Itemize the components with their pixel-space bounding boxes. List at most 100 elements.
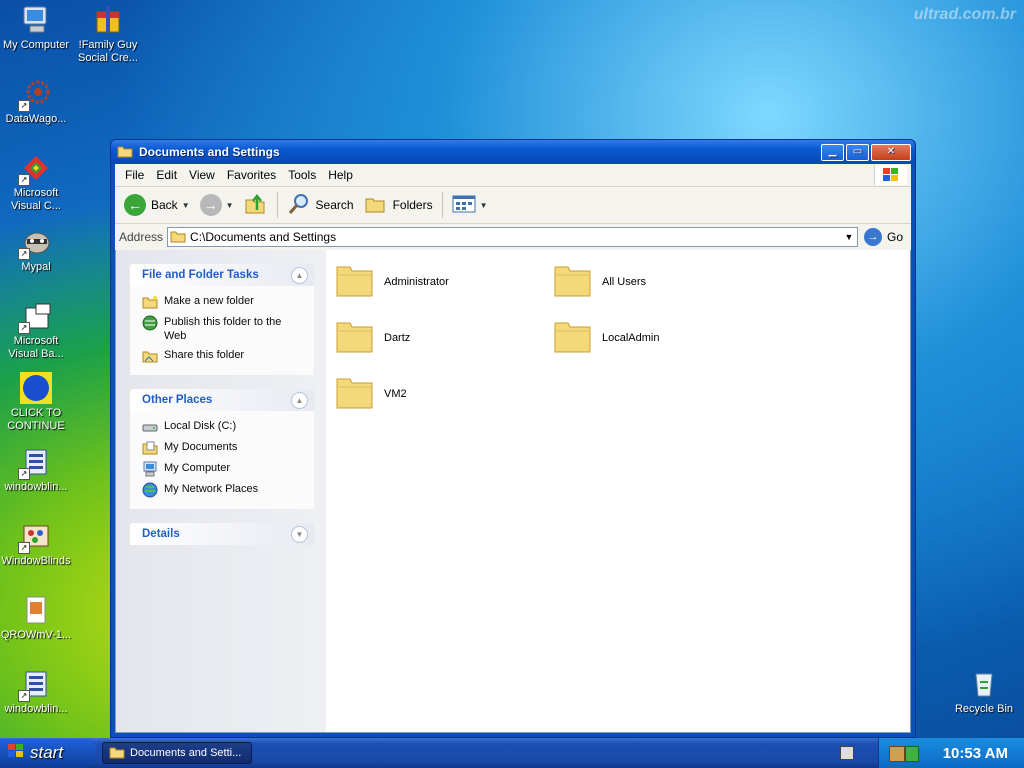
task-publish-folder[interactable]: Publish this folder to the Web <box>142 315 306 343</box>
window-title: Documents and Settings <box>139 145 280 159</box>
gear-icon: ↗ <box>18 78 52 112</box>
title-bar[interactable]: Documents and Settings ▁ ▭ ✕ <box>111 140 915 164</box>
folder-item-administrator[interactable]: Administrator <box>336 262 449 301</box>
my-documents-icon <box>142 440 158 456</box>
folders-icon <box>364 193 388 218</box>
chevron-down-icon[interactable]: ▼ <box>226 201 234 210</box>
search-icon <box>287 192 311 219</box>
file-folder-tasks-header[interactable]: File and Folder Tasks ▲ <box>130 264 314 286</box>
tray-shield-icon[interactable] <box>905 746 919 762</box>
views-button[interactable]: ▼ <box>447 190 493 220</box>
installer-box-icon <box>92 4 124 36</box>
shortcut-arrow-icon: ↗ <box>18 690 30 702</box>
explorer-window: Documents and Settings ▁ ▭ ✕ File Edit V… <box>110 139 916 738</box>
up-folder-icon <box>244 192 268 219</box>
other-places-header[interactable]: Other Places ▲ <box>130 389 314 411</box>
shortcut-arrow-icon: ↗ <box>18 322 30 334</box>
views-grid-icon <box>452 194 476 217</box>
details-header[interactable]: Details ▼ <box>130 523 314 545</box>
tray-app-icon[interactable] <box>889 746 905 762</box>
window-client: File Edit View Favorites Tools Help ← Ba… <box>115 164 911 733</box>
explorer-content: File and Folder Tasks ▲ Make a new folde… <box>115 250 911 733</box>
maximize-button[interactable]: ▭ <box>846 143 869 161</box>
desktop-icon-windowblinds-2[interactable]: ↗ windowblin... <box>0 668 72 716</box>
back-arrow-icon: ← <box>124 194 146 216</box>
keyboard-tray-icon[interactable] <box>840 746 854 760</box>
minimize-button[interactable]: ▁ <box>821 143 844 161</box>
task-share-folder[interactable]: Share this folder <box>142 348 306 364</box>
menu-edit[interactable]: Edit <box>150 168 183 182</box>
menu-file[interactable]: File <box>119 168 150 182</box>
address-value: C:\Documents and Settings <box>190 230 337 244</box>
desktop-icon-qrowmv[interactable]: QROWmV-1... <box>0 594 72 642</box>
desktop-icon-mypal[interactable]: ↗ Mypal <box>0 226 72 274</box>
desktop-icon-visual-basic[interactable]: ↗ Microsoft Visual Ba... <box>0 300 72 361</box>
taskbar: start Documents and Setti... 10:53 AM <box>0 738 1024 768</box>
clock[interactable]: 10:53 AM <box>943 745 1008 762</box>
place-my-network-places[interactable]: My Network Places <box>142 482 306 498</box>
go-arrow-icon: → <box>863 228 882 246</box>
chevron-down-icon[interactable]: ▼ <box>480 201 488 210</box>
file-folder-tasks-panel: File and Folder Tasks ▲ Make a new folde… <box>130 264 314 375</box>
chevron-down-icon[interactable]: ▼ <box>841 228 857 246</box>
recycle-bin-icon <box>968 668 1000 700</box>
folder-icon <box>554 318 592 357</box>
desktop-icon-windowblinds-1[interactable]: ↗ windowblin... <box>0 446 72 494</box>
desktop-icon-family-guy[interactable]: !Family Guy Social Cre... <box>72 4 144 65</box>
task-make-new-folder[interactable]: Make a new folder <box>142 294 306 310</box>
forward-arrow-icon: → <box>199 194 222 216</box>
desktop-icon-click-to-continue[interactable]: CLICK TO CONTINUE <box>0 372 72 433</box>
address-label: Address <box>119 230 164 244</box>
hard-disk-icon <box>142 419 158 435</box>
search-button[interactable]: Search <box>282 190 359 220</box>
shortcut-arrow-icon: ↗ <box>18 248 30 260</box>
computer-icon <box>142 461 158 477</box>
place-my-documents[interactable]: My Documents <box>142 440 306 456</box>
start-button[interactable]: start <box>0 739 96 767</box>
details-panel: Details ▼ <box>130 523 314 545</box>
raccoon-icon: ↗ <box>18 226 52 260</box>
standard-toolbar: ← Back ▼ → ▼ Search Folders ▼ <box>115 187 911 224</box>
folder-item-localadmin[interactable]: LocalAdmin <box>554 318 659 357</box>
blue-circle-icon <box>20 372 52 404</box>
address-input[interactable]: C:\Documents and Settings ▼ <box>167 227 858 247</box>
menu-view[interactable]: View <box>183 168 221 182</box>
forward-button[interactable]: → ▼ <box>195 190 239 220</box>
windows-flag-icon <box>874 165 907 185</box>
shortcut-arrow-icon: ↗ <box>18 468 30 480</box>
visual-studio-icon: ↗ <box>18 152 52 186</box>
expand-chevron-icon[interactable]: ▼ <box>291 526 308 543</box>
taskbar-item-documents-and-settings[interactable]: Documents and Setti... <box>102 742 252 764</box>
folders-button[interactable]: Folders <box>359 190 438 220</box>
desktop-icon-datawagon[interactable]: ↗ DataWago... <box>0 78 72 126</box>
toolbar-separator <box>276 192 278 218</box>
network-icon <box>142 482 158 498</box>
shortcut-arrow-icon: ↗ <box>18 100 30 112</box>
file-folder-tasks-body: Make a new folder Publish this folder to… <box>130 286 314 375</box>
menu-help[interactable]: Help <box>322 168 359 182</box>
folder-item-dartz[interactable]: Dartz <box>336 318 410 357</box>
folder-icon <box>336 262 374 301</box>
windows-flag-icon <box>8 743 24 763</box>
menu-favorites[interactable]: Favorites <box>221 168 282 182</box>
place-local-disk[interactable]: Local Disk (C:) <box>142 419 306 435</box>
chevron-down-icon[interactable]: ▼ <box>182 201 190 210</box>
desktop-icon-windowblinds[interactable]: ↗ WindowBlinds <box>0 520 72 568</box>
desktop-icon-visual-c[interactable]: ↗ Microsoft Visual C... <box>0 152 72 213</box>
collapse-chevron-icon[interactable]: ▲ <box>291 392 308 409</box>
desktop-icon-recycle-bin[interactable]: Recycle Bin <box>948 668 1020 716</box>
close-button[interactable]: ✕ <box>871 143 911 161</box>
menu-tools[interactable]: Tools <box>282 168 322 182</box>
toolbar-separator <box>441 192 443 218</box>
folder-icon <box>336 374 374 413</box>
collapse-chevron-icon[interactable]: ▲ <box>291 267 308 284</box>
globe-icon <box>142 315 158 331</box>
back-button[interactable]: ← Back ▼ <box>119 190 195 220</box>
place-my-computer[interactable]: My Computer <box>142 461 306 477</box>
desktop-icon-my-computer[interactable]: My Computer <box>0 4 72 52</box>
folder-icon <box>170 229 186 246</box>
folder-item-all-users[interactable]: All Users <box>554 262 646 301</box>
up-folder-button[interactable] <box>239 190 273 220</box>
folder-item-vm2[interactable]: VM2 <box>336 374 407 413</box>
go-button[interactable]: → Go <box>863 228 903 246</box>
